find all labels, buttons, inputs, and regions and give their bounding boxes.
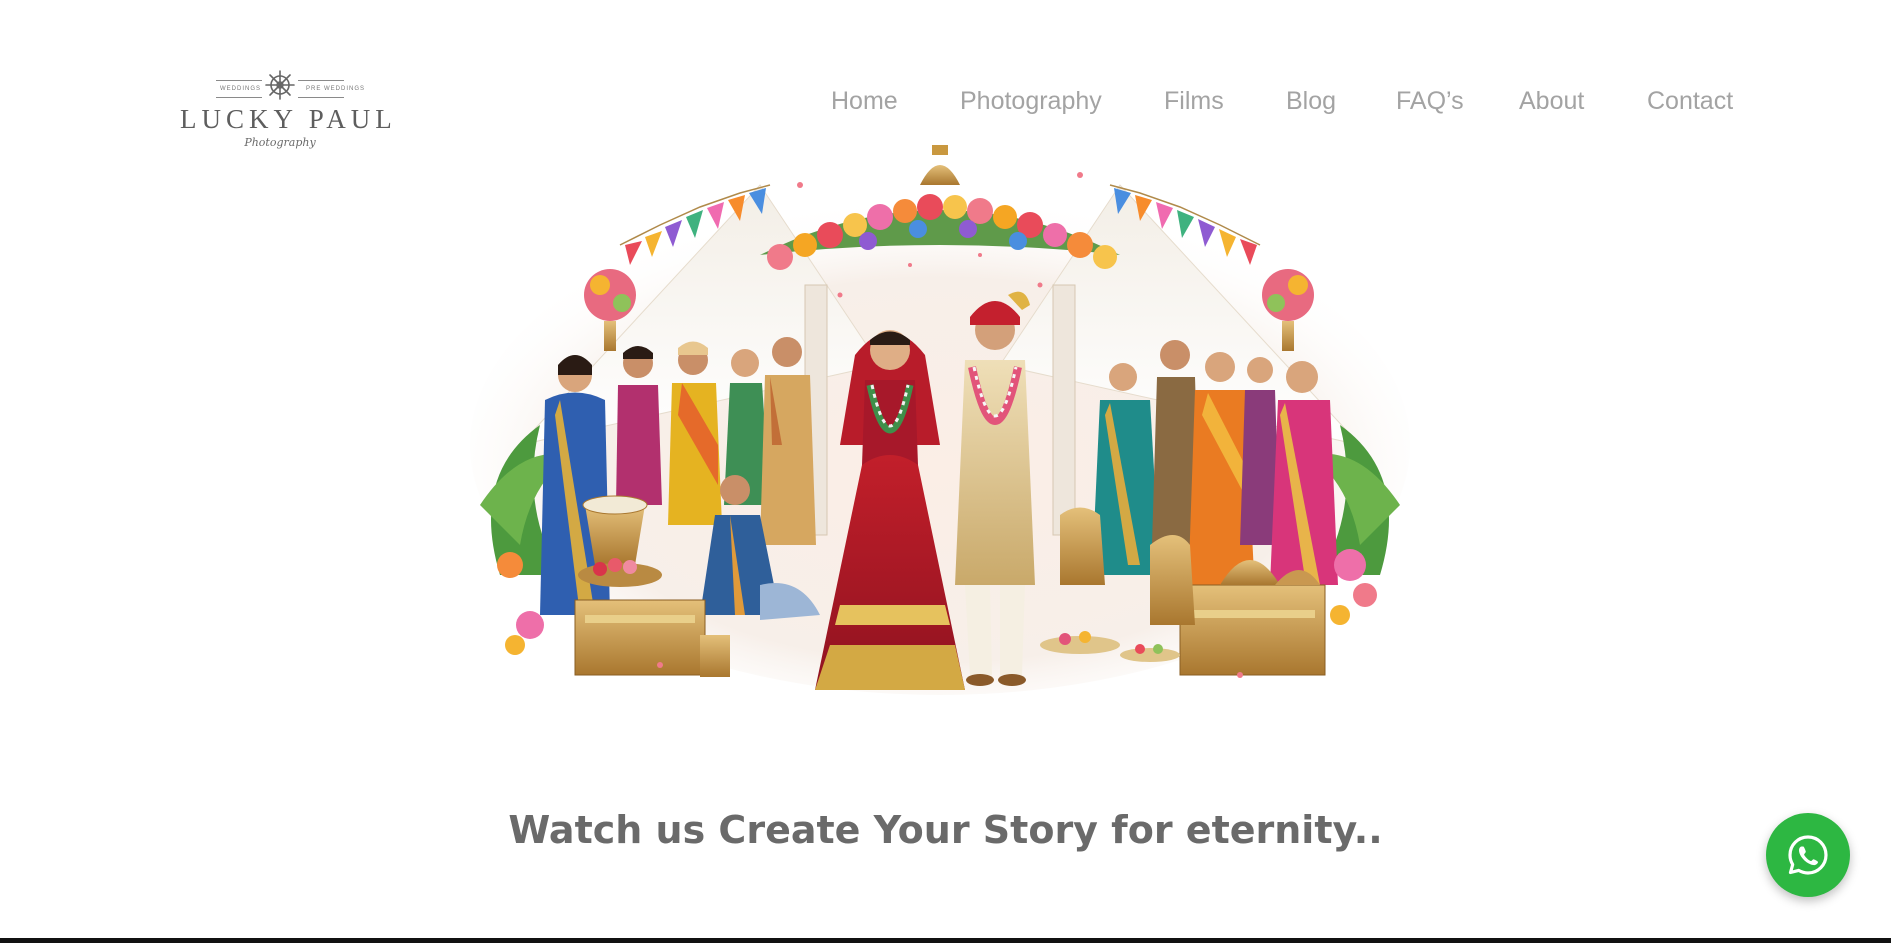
- logo-script: Photography: [244, 136, 316, 149]
- bottom-border: [0, 938, 1891, 943]
- nav-blog[interactable]: Blog: [1286, 86, 1336, 116]
- tagline-heading: Watch us Create Your Story for eternity.…: [508, 808, 1383, 852]
- page: WEDDINGS PRE WEDDINGS LUCKY PAUL Photogr…: [0, 0, 1891, 943]
- nav-home[interactable]: Home: [831, 86, 898, 116]
- whatsapp-icon: [1788, 835, 1828, 875]
- main-nav: Home Photography Films Blog FAQ’s About …: [0, 86, 1891, 116]
- nav-contact[interactable]: Contact: [1647, 86, 1733, 116]
- nav-faqs[interactable]: FAQ’s: [1396, 86, 1464, 116]
- whatsapp-button[interactable]: [1766, 813, 1850, 897]
- nav-about[interactable]: About: [1519, 86, 1584, 116]
- nav-films[interactable]: Films: [1164, 86, 1224, 116]
- wedding-illustration: [470, 145, 1410, 695]
- nav-photography[interactable]: Photography: [960, 86, 1102, 116]
